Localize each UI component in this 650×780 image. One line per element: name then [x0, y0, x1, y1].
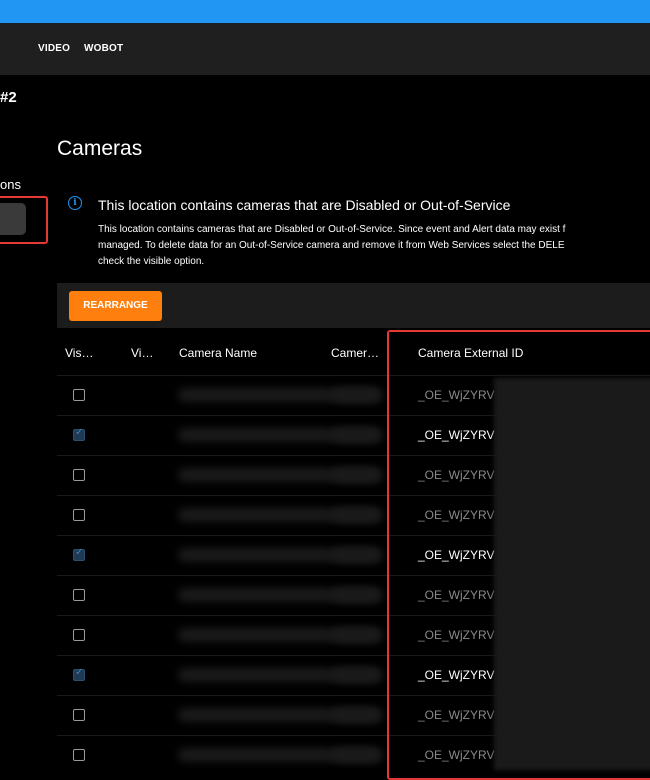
rearrange-button[interactable]: REARRANGE [69, 291, 162, 321]
info-icon: i [68, 196, 82, 210]
visible-checkbox[interactable] [73, 667, 85, 681]
column-highlight-box [387, 330, 650, 780]
visible-checkbox[interactable] [73, 547, 85, 561]
redacted-cell [333, 428, 383, 442]
visible-checkbox[interactable] [73, 589, 85, 601]
redacted-cell [333, 748, 383, 762]
alert-line: This location contains cameras that are … [98, 224, 566, 235]
redacted-cell [333, 708, 383, 722]
breadcrumb[interactable]: #2 [0, 89, 17, 106]
sidebar-label: ons [0, 177, 21, 192]
visible-checkbox[interactable] [73, 509, 85, 521]
visible-checkbox[interactable] [73, 709, 85, 721]
redacted-cell [333, 588, 383, 602]
column-header-camera-name[interactable]: Camera Name [179, 346, 257, 360]
visible-checkbox[interactable] [73, 629, 85, 641]
top-app-bar [0, 0, 650, 23]
redacted-cell [333, 628, 383, 642]
redacted-cell [333, 668, 383, 682]
main-navbar: VIDEO WOBOT [0, 23, 650, 75]
nav-item-video[interactable]: VIDEO [38, 43, 70, 54]
redacted-cell [333, 468, 383, 482]
sidebar-highlight-box [0, 196, 48, 244]
redacted-cell [333, 508, 383, 522]
alert-line: managed. To delete data for an Out-of-Se… [98, 240, 565, 251]
page-title: Cameras [57, 137, 143, 160]
visible-checkbox[interactable] [73, 469, 85, 481]
column-header-vi[interactable]: Vi… [131, 346, 153, 360]
column-header-visible[interactable]: Vis… [65, 346, 93, 360]
visible-checkbox[interactable] [73, 427, 85, 441]
nav-item-wobot[interactable]: WOBOT [84, 43, 123, 54]
alert-line: check the visible option. [98, 256, 205, 267]
alert-title: This location contains cameras that are … [98, 197, 511, 213]
visible-checkbox[interactable] [73, 389, 85, 401]
redacted-cell [333, 388, 383, 402]
column-header-camera[interactable]: Camer… [331, 346, 379, 360]
visible-checkbox[interactable] [73, 749, 85, 761]
alert-body: This location contains cameras that are … [98, 222, 650, 270]
redacted-cell [333, 548, 383, 562]
